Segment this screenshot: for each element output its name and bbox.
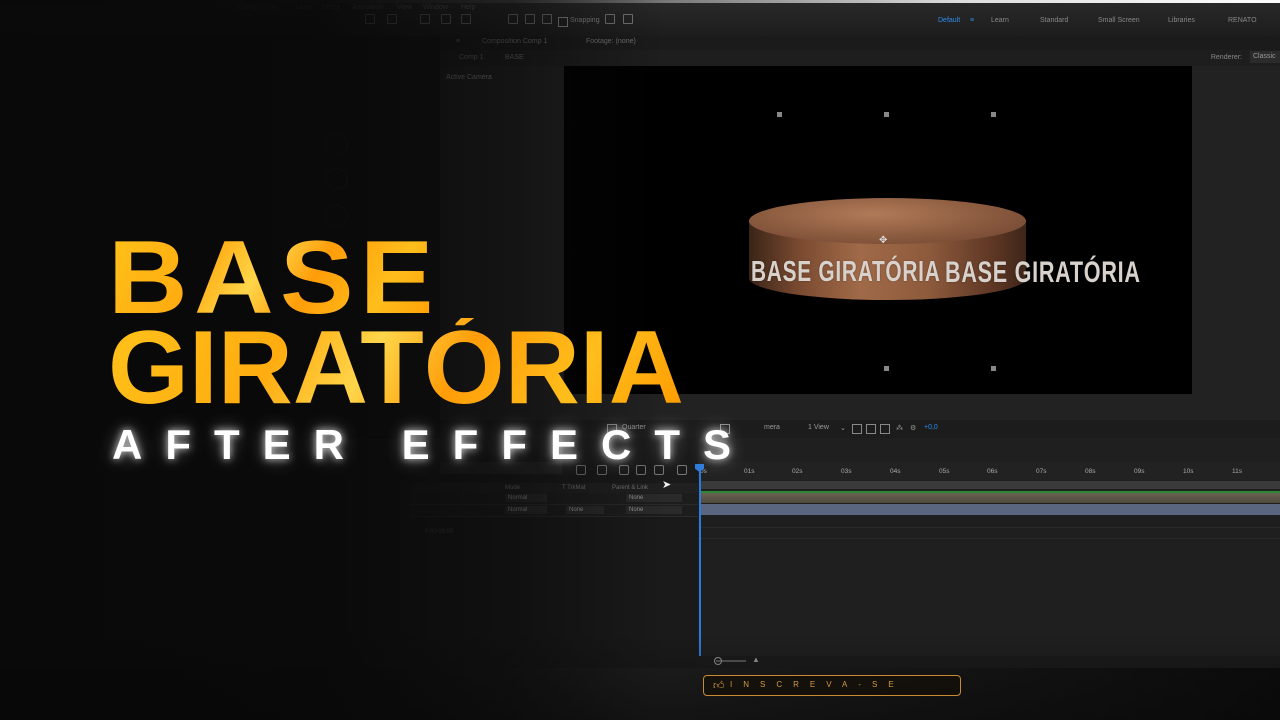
layer-mode-select[interactable]: Normal bbox=[505, 494, 547, 502]
puppet-tool-icon[interactable] bbox=[461, 14, 471, 24]
snapping-checkbox[interactable] bbox=[558, 17, 568, 27]
timecode-readout: 0:00:00:00 bbox=[425, 529, 454, 535]
view-layout-select[interactable]: 1 View bbox=[808, 424, 829, 431]
menu-help[interactable]: Help bbox=[461, 4, 475, 11]
axis-local-icon[interactable] bbox=[508, 14, 518, 24]
tab-composition[interactable]: Composition Comp 1 bbox=[482, 38, 547, 45]
tab-footage[interactable]: Footage: (none) bbox=[586, 38, 636, 45]
workspace-libraries[interactable]: Libraries bbox=[1168, 17, 1195, 24]
layer-parent-select[interactable]: None bbox=[626, 494, 682, 502]
anchor-point-icon[interactable]: ✥ bbox=[879, 236, 889, 246]
axis-view-icon[interactable] bbox=[542, 14, 552, 24]
layer-mode-select[interactable]: Normal bbox=[505, 506, 547, 514]
cylinder-band-text: BASE GIRATÓRIA bbox=[751, 256, 941, 288]
time-tick: 09s bbox=[1134, 468, 1145, 475]
dial-icon bbox=[326, 168, 348, 190]
bounding-handle[interactable] bbox=[991, 366, 996, 371]
time-tick: 01s bbox=[744, 468, 755, 475]
composition-panel-header bbox=[440, 36, 1280, 50]
menu-layer[interactable]: Layer bbox=[296, 4, 314, 11]
workspace-renato[interactable]: RENATO bbox=[1228, 17, 1257, 24]
time-tick: 05s bbox=[939, 468, 950, 475]
draft-3d-icon[interactable] bbox=[852, 424, 862, 434]
bounding-handle[interactable] bbox=[884, 366, 889, 371]
toggle-pixel-icon[interactable] bbox=[880, 424, 890, 434]
snapping-label: Snapping bbox=[570, 17, 600, 24]
zoom-in-icon[interactable]: ▲ bbox=[752, 655, 760, 664]
active-camera-label: Active Camera bbox=[446, 74, 492, 81]
track-divider bbox=[698, 538, 1280, 539]
cylinder-band-text: BASE GIRATÓRIA bbox=[945, 256, 1141, 289]
snap-option-icon[interactable] bbox=[605, 14, 615, 24]
bottom-bezel bbox=[0, 668, 1280, 720]
menu-window[interactable]: Window bbox=[423, 4, 448, 11]
workspace-default[interactable]: Default bbox=[938, 17, 960, 24]
timeline-layer-panel bbox=[0, 438, 698, 670]
work-area-bar[interactable] bbox=[700, 481, 1280, 489]
panel-menu-icon[interactable]: ≡ bbox=[456, 38, 460, 45]
menu-composition[interactable]: Composition bbox=[238, 4, 277, 11]
layer-duration-bar[interactable] bbox=[700, 493, 1280, 503]
time-tick: 04s bbox=[890, 468, 901, 475]
screen-glare bbox=[0, 0, 1280, 3]
chevron-down-icon[interactable]: ⌄ bbox=[840, 424, 846, 432]
workspace-standard[interactable]: Standard bbox=[1040, 17, 1068, 24]
roto-tool-icon[interactable] bbox=[441, 14, 451, 24]
comp-subtab-row bbox=[440, 50, 1280, 66]
playhead[interactable] bbox=[699, 466, 701, 656]
timeline-footer bbox=[698, 656, 1280, 668]
time-tick: 10s bbox=[1183, 468, 1194, 475]
column-parent-link: Parent & Link bbox=[612, 485, 649, 491]
workspace-learn[interactable]: Learn bbox=[991, 17, 1009, 24]
camera-select[interactable]: mera bbox=[764, 424, 780, 431]
time-tick: 08s bbox=[1085, 468, 1096, 475]
app-menu-bar bbox=[0, 0, 1280, 37]
fast-preview-icon[interactable] bbox=[866, 424, 876, 434]
pen-tool-icon[interactable] bbox=[365, 14, 375, 24]
snap-expand-icon[interactable] bbox=[623, 14, 633, 24]
headline-subtitle: AFTER EFFECTS bbox=[112, 421, 754, 468]
workspace-menu-icon[interactable]: ≡ bbox=[970, 17, 974, 24]
menu-effect[interactable]: Effect bbox=[322, 4, 340, 11]
column-trkmat: T TrkMat bbox=[562, 485, 586, 491]
headline-line-2: GIRATÓRIA bbox=[108, 310, 684, 426]
time-tick: 06s bbox=[987, 468, 998, 475]
menu-view[interactable]: View bbox=[397, 4, 412, 11]
layer-duration-bar[interactable] bbox=[700, 504, 1280, 515]
time-tick: 03s bbox=[841, 468, 852, 475]
bounding-handle[interactable] bbox=[991, 112, 996, 117]
time-tick: 07s bbox=[1036, 468, 1047, 475]
layer-column-header bbox=[410, 483, 698, 493]
flowchart-icon[interactable]: ⁂ bbox=[896, 424, 903, 432]
subtab-comp-1[interactable]: Comp 1 bbox=[459, 54, 484, 61]
zoom-slider-knob[interactable] bbox=[714, 657, 722, 665]
time-tick: 11s bbox=[1232, 468, 1242, 475]
exposure-value[interactable]: +0,0 bbox=[924, 424, 938, 431]
thumbs-up-icon: 👍︎ bbox=[713, 680, 725, 692]
track-divider bbox=[698, 527, 1280, 528]
column-mode: Mode bbox=[505, 485, 521, 491]
gear-icon[interactable]: ⚙ bbox=[910, 424, 916, 432]
eraser-tool-icon[interactable] bbox=[420, 14, 430, 24]
layer-parent-select[interactable]: None bbox=[626, 506, 682, 514]
time-tick: 02s bbox=[792, 468, 803, 475]
renderer-label: Renderer: bbox=[1210, 54, 1242, 61]
menu-animation[interactable]: Animation bbox=[352, 4, 383, 11]
bounding-handle[interactable] bbox=[777, 112, 782, 117]
mouse-cursor-icon: ➤ bbox=[662, 479, 672, 491]
layer-trkmat-select[interactable]: None bbox=[566, 506, 604, 514]
bounding-handle[interactable] bbox=[884, 112, 889, 117]
subtab-base[interactable]: BASE bbox=[505, 54, 524, 61]
renderer-select[interactable]: Classic bbox=[1250, 51, 1280, 63]
axis-world-icon[interactable] bbox=[525, 14, 535, 24]
workspace-small-screen[interactable]: Small Screen bbox=[1098, 17, 1140, 24]
dial-icon bbox=[326, 134, 348, 156]
subscribe-label: INSCREVA-SE bbox=[730, 680, 905, 689]
brush-tool-icon[interactable] bbox=[387, 14, 397, 24]
